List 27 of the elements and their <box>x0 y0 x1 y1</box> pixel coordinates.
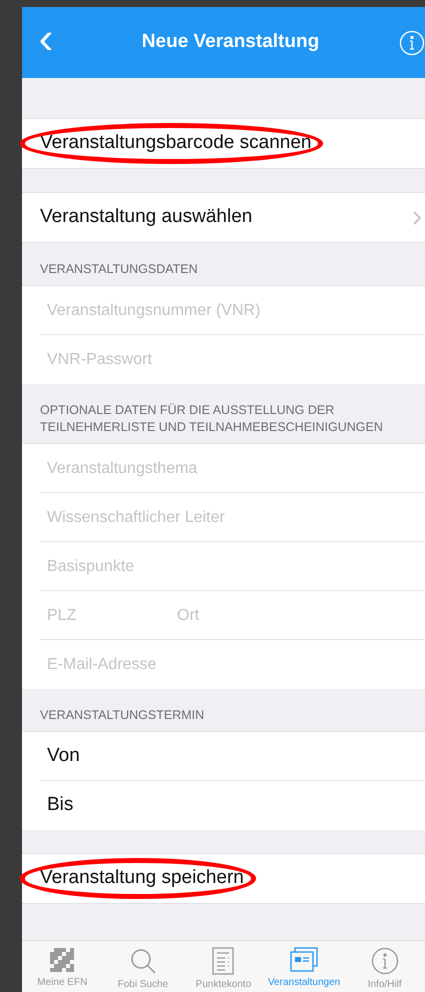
document-list-icon <box>212 947 234 975</box>
input-field[interactable]: E-Mail-Adresse <box>22 640 425 689</box>
input-field[interactable]: VNR-Passwort <box>22 335 425 384</box>
cards-icon <box>290 947 318 973</box>
section-header: OPTIONALE DATEN FÜR DIE AUSSTELLUNG DER TEILNEHMERLISTE UND TEILNAHMEBESCHEINIGUNGEN <box>40 402 384 436</box>
input-field[interactable]: Veranstaltungsnummer (VNR) <box>22 286 425 335</box>
search-icon <box>128 947 157 975</box>
info-icon[interactable] <box>398 30 425 56</box>
input-field[interactable]: Wissenschaftlicher Leiter <box>22 493 425 542</box>
tab-bar-item[interactable]: Veranstaltungen <box>264 941 344 992</box>
section-header: VERANSTALTUNGSDATEN <box>40 261 199 278</box>
input-field[interactable]: Ort <box>177 604 377 628</box>
section-header: VERANSTALTUNGSTERMIN <box>40 707 206 724</box>
info-icon <box>370 947 399 975</box>
barcode-icon <box>49 947 76 973</box>
input-field[interactable]: Basispunkte <box>22 542 425 591</box>
tab-bar-item[interactable]: Info/Hilf <box>344 941 425 992</box>
back-button[interactable]: ‹ <box>30 16 62 68</box>
chevron-icon <box>413 210 421 224</box>
tab-bar-item[interactable]: Meine EFN <box>22 941 103 992</box>
window-title: Neue Veranstaltung <box>142 30 320 54</box>
date-label[interactable]: Von <box>22 742 80 771</box>
tab-bar-item[interactable]: Fobi Suche <box>102 941 184 992</box>
input-field[interactable]: PLZ <box>47 604 177 628</box>
date-label[interactable]: Bis <box>22 791 74 820</box>
input-field[interactable]: Veranstaltungsthema <box>22 444 425 493</box>
tab-bar-item[interactable]: Punktekonto <box>183 941 264 992</box>
